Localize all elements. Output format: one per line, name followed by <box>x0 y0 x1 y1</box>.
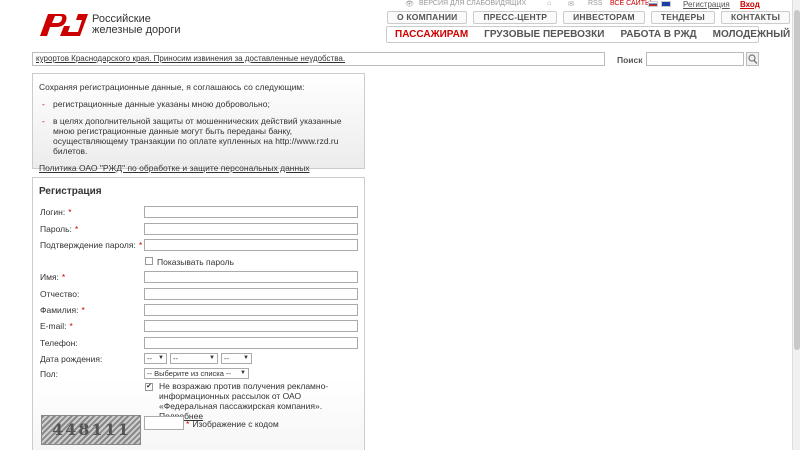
first-name-input[interactable] <box>144 271 358 283</box>
nav-contacts[interactable]: КОНТАКТЫ <box>720 11 791 24</box>
secondary-nav: О КОМПАНИИ ПРЕСС-ЦЕНТР ИНВЕСТОРАМ ТЕНДЕР… <box>387 11 791 24</box>
search-input[interactable] <box>646 52 744 66</box>
vertical-scrollbar[interactable] <box>792 0 800 450</box>
nav-youth[interactable]: МОЛОДЕЖНЫЙ <box>705 27 799 42</box>
ticker-text[interactable]: курортов Краснодарского края. Приносим и… <box>36 54 345 63</box>
nav-press[interactable]: ПРЕСС-ЦЕНТР <box>473 11 558 24</box>
password-confirm-label: Подтверждение пароля: * <box>40 240 143 250</box>
show-password-label: Показывать пароль <box>157 257 235 267</box>
chevron-down-icon: ▼ <box>240 370 246 376</box>
chevron-down-icon: ▼ <box>243 355 249 361</box>
agreement-intro: Сохраняя регистрационные данные, я согла… <box>39 82 305 92</box>
privacy-policy-link[interactable]: Политика ОАО "РЖД" по обработке и защите… <box>39 163 358 173</box>
login-label: Логин: * <box>40 207 72 217</box>
utility-bar: 👁 ВЕРСИЯ ДЛЯ СЛАБОВИДЯЩИХ ⌂ ✉ RSS ВСЕ СА… <box>405 0 760 10</box>
nav-investors[interactable]: ИНВЕСТОРАМ <box>563 11 645 24</box>
nav-careers[interactable]: РАБОТА В РЖД <box>612 27 704 42</box>
middle-name-input[interactable] <box>144 288 358 300</box>
password-confirm-input[interactable] <box>144 239 358 251</box>
first-name-label: Имя: * <box>40 272 66 282</box>
captcha-label: * Изображение с кодом <box>186 419 279 429</box>
last-name-input[interactable] <box>144 304 358 316</box>
news-ticker[interactable]: курортов Краснодарского края. Приносим и… <box>32 52 605 66</box>
chevron-down-icon: ▼ <box>158 355 164 361</box>
captcha-code: 448111 <box>52 420 131 439</box>
birthdate-label: Дата рождения: <box>40 354 103 364</box>
phone-input[interactable] <box>144 337 358 349</box>
nav-about[interactable]: О КОМПАНИИ <box>387 11 468 24</box>
email-field[interactable] <box>144 320 358 332</box>
accessibility-link[interactable]: ВЕРСИЯ ДЛЯ СЛАБОВИДЯЩИХ <box>419 0 526 7</box>
nav-freight[interactable]: ГРУЗОВЫЕ ПЕРЕВОЗКИ <box>476 27 612 42</box>
consent-text: Не возражаю против получения рекламно-ин… <box>159 381 359 421</box>
registration-form: Регистрация Логин: * Пароль: * Подтвержден… <box>32 177 365 450</box>
rzd-logo-icon <box>40 14 88 36</box>
captcha-image: 448111 <box>41 415 141 445</box>
flag-ru-icon[interactable] <box>648 1 658 7</box>
password-label: Пароль: * <box>40 224 79 234</box>
birth-day-select[interactable]: -- ▼ <box>144 353 167 364</box>
search-label: Поиск <box>617 55 643 65</box>
consent-checkbox[interactable]: ✔ <box>145 383 153 391</box>
main-nav: ПАССАЖИРАМ ГРУЗОВЫЕ ПЕРЕВОЗКИ РАБОТА В Р… <box>386 26 790 43</box>
all-sites-link[interactable]: ВСЕ САЙТЫ <box>610 0 651 7</box>
captcha-input[interactable] <box>144 416 184 430</box>
logo-text: Российские железные дороги <box>92 13 181 36</box>
birth-month-select[interactable]: -- ▼ <box>170 353 218 364</box>
agreement-box: Сохраняя регистрационные данные, я согла… <box>32 73 365 173</box>
gender-select[interactable]: -- Выберите из списка -- ▼ <box>144 368 249 379</box>
middle-name-label: Отчество: <box>40 289 80 299</box>
search-icon <box>748 54 758 64</box>
agreement-item: регистрационные данные указаны мною добр… <box>39 99 358 109</box>
password-input[interactable] <box>144 223 358 235</box>
scrollbar-thumb[interactable] <box>794 10 800 350</box>
email-label: E-mail: * <box>40 321 73 331</box>
home-icon[interactable]: ⌂ <box>547 0 551 7</box>
flag-en-icon[interactable] <box>661 1 671 7</box>
form-title: Регистрация <box>39 186 102 197</box>
chevron-down-icon: ▼ <box>209 355 215 361</box>
eye-icon: 👁 <box>405 1 414 8</box>
search-button[interactable] <box>746 52 759 66</box>
nav-passengers[interactable]: ПАССАЖИРАМ <box>387 27 476 42</box>
nav-tenders[interactable]: ТЕНДЕРЫ <box>650 11 715 24</box>
rss-link[interactable]: RSS <box>588 0 602 7</box>
show-password-checkbox[interactable] <box>145 257 153 265</box>
mail-icon[interactable]: ✉ <box>568 0 574 8</box>
last-name-label: Фамилия: * <box>40 305 85 315</box>
rzd-logo[interactable]: Российские железные дороги <box>38 12 188 40</box>
login-link[interactable]: Вход <box>740 0 760 9</box>
birth-year-select[interactable]: -- ▼ <box>221 353 252 364</box>
register-link[interactable]: Регистрация <box>683 0 730 9</box>
agreement-item: в целях дополнительной защиты от мошенни… <box>39 116 358 156</box>
login-input[interactable] <box>144 206 358 218</box>
phone-label: Телефон: <box>40 338 78 348</box>
gender-label: Пол: <box>40 369 58 379</box>
